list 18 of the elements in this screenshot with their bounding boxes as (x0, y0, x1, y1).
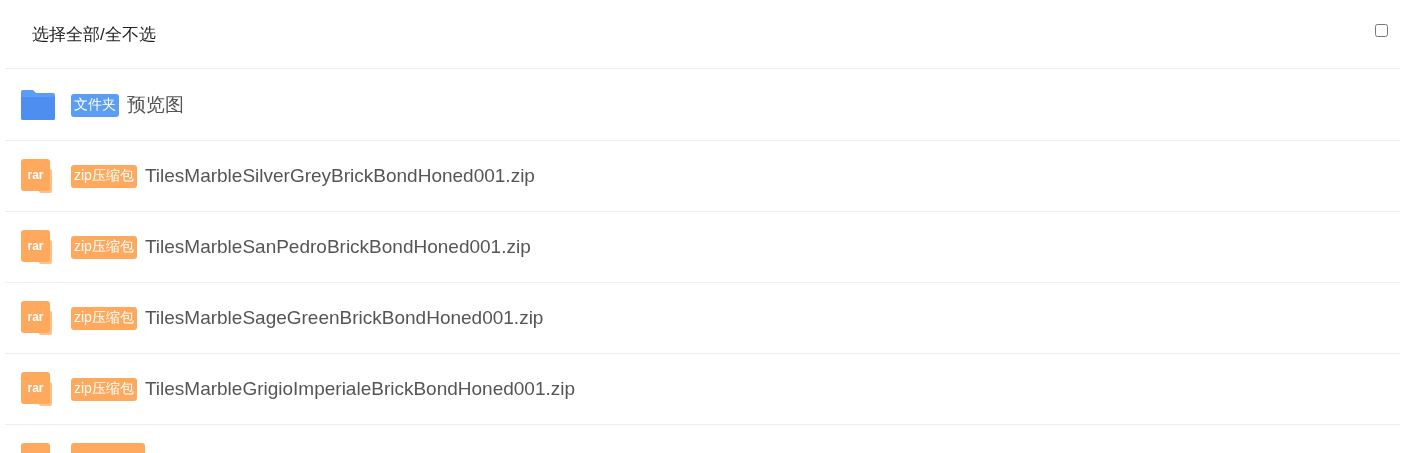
type-tag: zip压缩包 (71, 235, 137, 259)
type-tag: zip压缩包 (71, 306, 137, 330)
select-all-checkbox[interactable] (1375, 23, 1388, 37)
select-all-label[interactable]: 选择全部/全不选 (32, 22, 156, 46)
file-row[interactable]: 文件夹 预览图 (5, 70, 1400, 141)
file-name[interactable]: 预览图 (127, 92, 184, 118)
folder-icon (21, 90, 55, 120)
file-name[interactable]: TilesMarbleSanPedroBrickBondHoned001.zip (144, 236, 531, 258)
file-row[interactable]: rar zip压缩包 TilesMarbleSageGreenBrickBondHoned001.zip (5, 283, 1400, 354)
type-tag: zip压缩包 (71, 377, 137, 401)
file-name[interactable]: TilesMarbleSilverGreyBrickBondHoned001.zip (144, 165, 535, 187)
file-row[interactable]: rar zip压缩包 TilesMarbleSanPedroBrickBondHoned001.zip (5, 212, 1400, 283)
file-row[interactable]: rar zip压缩包 TilesMarbleGrigioImperialeBrickBondHoned001.zip (5, 354, 1400, 425)
file-name[interactable]: TilesMarbleGrigioImperialeBrickBondHoned001.zip (144, 378, 576, 400)
type-tag: 文件夹 (71, 93, 119, 117)
type-tag: zip压缩包 (71, 164, 137, 188)
file-row[interactable]: rar zip压缩包 TilesMarbleSilverGreyBrickBondHoned001.zip (5, 141, 1400, 212)
file-name[interactable]: TilesMarbleSageGreenBrickBondHoned001.zip (144, 307, 544, 329)
